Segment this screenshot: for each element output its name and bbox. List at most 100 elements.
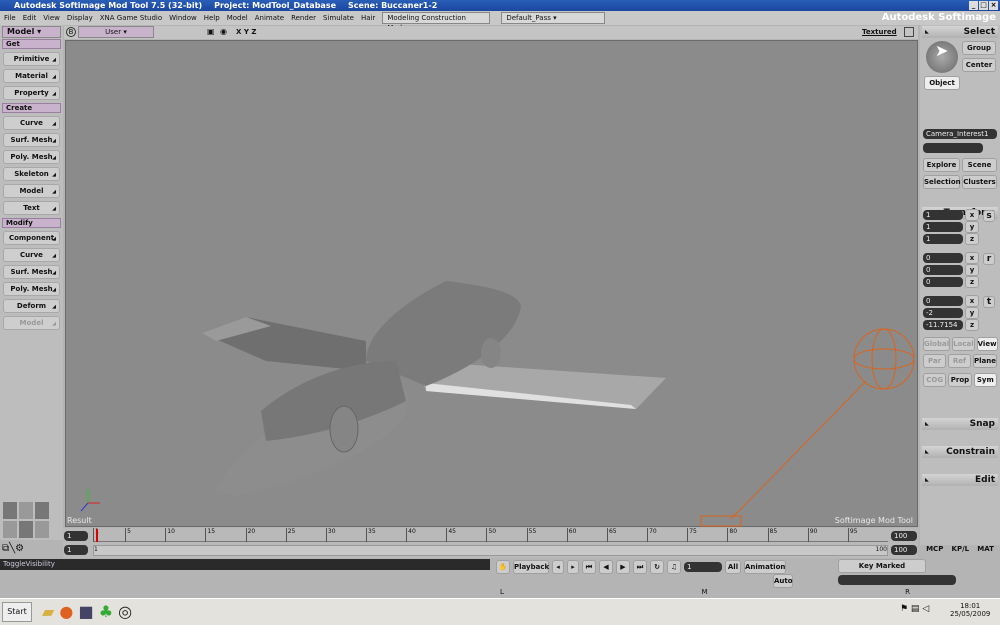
tool-button[interactable]: Primitive (3, 52, 60, 66)
tool-button[interactable]: Model (3, 316, 60, 330)
translate-y-field[interactable]: -2 (923, 308, 963, 318)
all-button[interactable]: All (725, 560, 741, 574)
scale-x-toggle[interactable]: x (965, 209, 979, 221)
menu-item[interactable]: Edit (23, 14, 37, 22)
rotate-z-toggle[interactable]: z (965, 276, 979, 288)
loop-icon[interactable]: ↻ (650, 560, 664, 574)
par-button[interactable]: Par (923, 354, 947, 368)
local-button[interactable]: Local (952, 337, 975, 351)
tool-button[interactable]: Surf. Mesh (3, 133, 60, 147)
translate-mode-button[interactable]: t (983, 296, 995, 308)
object-button[interactable]: Object (924, 76, 960, 90)
softimage-icon[interactable]: ◎ (118, 602, 132, 621)
tool-button[interactable]: Curve (3, 116, 60, 130)
play-icon[interactable]: ▶ (616, 560, 630, 574)
tool-button[interactable]: Skeleton (3, 167, 60, 181)
rotate-x-field[interactable]: 0 (923, 253, 963, 263)
command-line[interactable]: ToggleVisibility (0, 559, 490, 570)
tab-kpl[interactable]: KP/L (952, 545, 970, 553)
select-header[interactable]: Select (922, 26, 998, 38)
tool-button[interactable]: Poly. Mesh (3, 150, 60, 164)
keying-set-field[interactable] (838, 575, 956, 585)
range-slider[interactable]: 1 100 (93, 545, 888, 556)
snap-header[interactable]: Snap (922, 418, 998, 430)
mode-dropdown[interactable]: Modeling Construction Mode ▾ (382, 12, 491, 32)
tool-button[interactable]: Model (3, 184, 60, 198)
menu-item[interactable]: Model (227, 14, 248, 22)
layout-icons[interactable] (3, 502, 55, 538)
filter-field[interactable] (923, 143, 983, 153)
camera-icon[interactable]: ▣ (207, 27, 215, 36)
rotate-x-toggle[interactable]: x (965, 252, 979, 264)
select-arrow-button[interactable]: ➤ (926, 41, 958, 73)
menu-item[interactable]: Simulate (323, 14, 354, 22)
rotate-mode-button[interactable]: r (983, 253, 995, 265)
range-end-field[interactable]: 100 (891, 545, 917, 555)
shading-menu[interactable]: Textured (862, 28, 897, 36)
module-dropdown[interactable]: Model ▾ (2, 26, 61, 38)
taskbar-apps[interactable]: ▰ ● ■ ♣ ◎ (42, 602, 132, 621)
rotate-y-field[interactable]: 0 (923, 265, 963, 275)
tool-button[interactable]: Property (3, 86, 60, 100)
translate-z-toggle[interactable]: z (965, 319, 979, 331)
tool-button[interactable]: Curve (3, 248, 60, 262)
firefox-icon[interactable]: ● (59, 602, 73, 621)
menu-item[interactable]: Hair (361, 14, 375, 22)
translate-z-field[interactable]: -11.7154 (923, 320, 963, 330)
tray-icons[interactable]: ⚑ ▤ ◁ (900, 604, 929, 614)
end-frame-field[interactable]: 100 (891, 531, 917, 541)
pass-dropdown[interactable]: Default_Pass ▾ (501, 12, 606, 24)
close-button[interactable]: × (989, 1, 998, 10)
clusters-button[interactable]: Clusters (962, 175, 997, 189)
tool-button[interactable]: Component (3, 231, 60, 245)
sym-button[interactable]: Sym (973, 373, 997, 387)
menu-item[interactable]: View (43, 14, 60, 22)
last-frame-icon[interactable]: ⏭ (633, 560, 647, 574)
hand-icon[interactable]: ✋ (496, 560, 510, 574)
ref-button[interactable]: Ref (948, 354, 972, 368)
tool-button[interactable]: Poly. Mesh (3, 282, 60, 296)
scene-button[interactable]: Scene (962, 158, 997, 172)
menu-item[interactable]: Help (204, 14, 220, 22)
playback-menu[interactable]: Playback (513, 560, 549, 574)
timeline[interactable]: 1 1 100 100 1510152025303540455055606570… (63, 528, 918, 558)
playhead[interactable] (96, 529, 98, 542)
tool-button[interactable]: Material (3, 69, 60, 83)
menu-item[interactable]: File (4, 14, 16, 22)
tool-button[interactable]: Deform (3, 299, 60, 313)
start-button[interactable]: Start (2, 602, 32, 622)
eye-icon[interactable]: ◉ (220, 27, 227, 36)
step-back-icon[interactable]: ◀ (599, 560, 613, 574)
scale-y-field[interactable]: 1 (923, 222, 963, 232)
scale-y-toggle[interactable]: y (965, 221, 979, 233)
translate-x-toggle[interactable]: x (965, 295, 979, 307)
rotate-z-field[interactable]: 0 (923, 277, 963, 287)
axis-toggles[interactable]: X Y Z (236, 28, 256, 36)
scale-z-toggle[interactable]: z (965, 233, 979, 245)
menu-item[interactable]: Window (169, 14, 197, 22)
selection-button[interactable]: Selection (923, 175, 961, 189)
edit-header[interactable]: Edit (922, 474, 998, 486)
constrain-header[interactable]: Constrain (922, 446, 998, 458)
maximize-viewport-icon[interactable] (904, 27, 914, 37)
ts-icon[interactable]: ■ (78, 602, 93, 621)
maximize-button[interactable]: □ (979, 1, 988, 10)
tab-mat[interactable]: MAT (977, 545, 994, 553)
minimize-button[interactable]: _ (969, 1, 978, 10)
view-letter[interactable]: B (66, 27, 76, 37)
tool-button[interactable]: Text (3, 201, 60, 215)
scale-z-field[interactable]: 1 (923, 234, 963, 244)
plane-button[interactable]: Plane (973, 354, 998, 368)
menu-item[interactable]: XNA Game Studio (100, 14, 162, 22)
rotate-y-toggle[interactable]: y (965, 264, 979, 276)
clock[interactable]: 18:01 25/05/2009 (950, 602, 990, 618)
translate-y-toggle[interactable]: y (965, 307, 979, 319)
range-start-field[interactable]: 1 (64, 545, 88, 555)
prev-key-icon[interactable]: ◂ (552, 560, 564, 574)
frame-ruler[interactable]: 15101520253035404550556065707580859095 (93, 528, 888, 542)
current-frame-field[interactable]: 1 (684, 562, 722, 572)
animation-menu[interactable]: Animation (744, 560, 786, 574)
explorer-icon[interactable]: ▰ (42, 602, 54, 621)
first-frame-icon[interactable]: ⏮ (582, 560, 596, 574)
menu-item[interactable]: Render (291, 14, 316, 22)
